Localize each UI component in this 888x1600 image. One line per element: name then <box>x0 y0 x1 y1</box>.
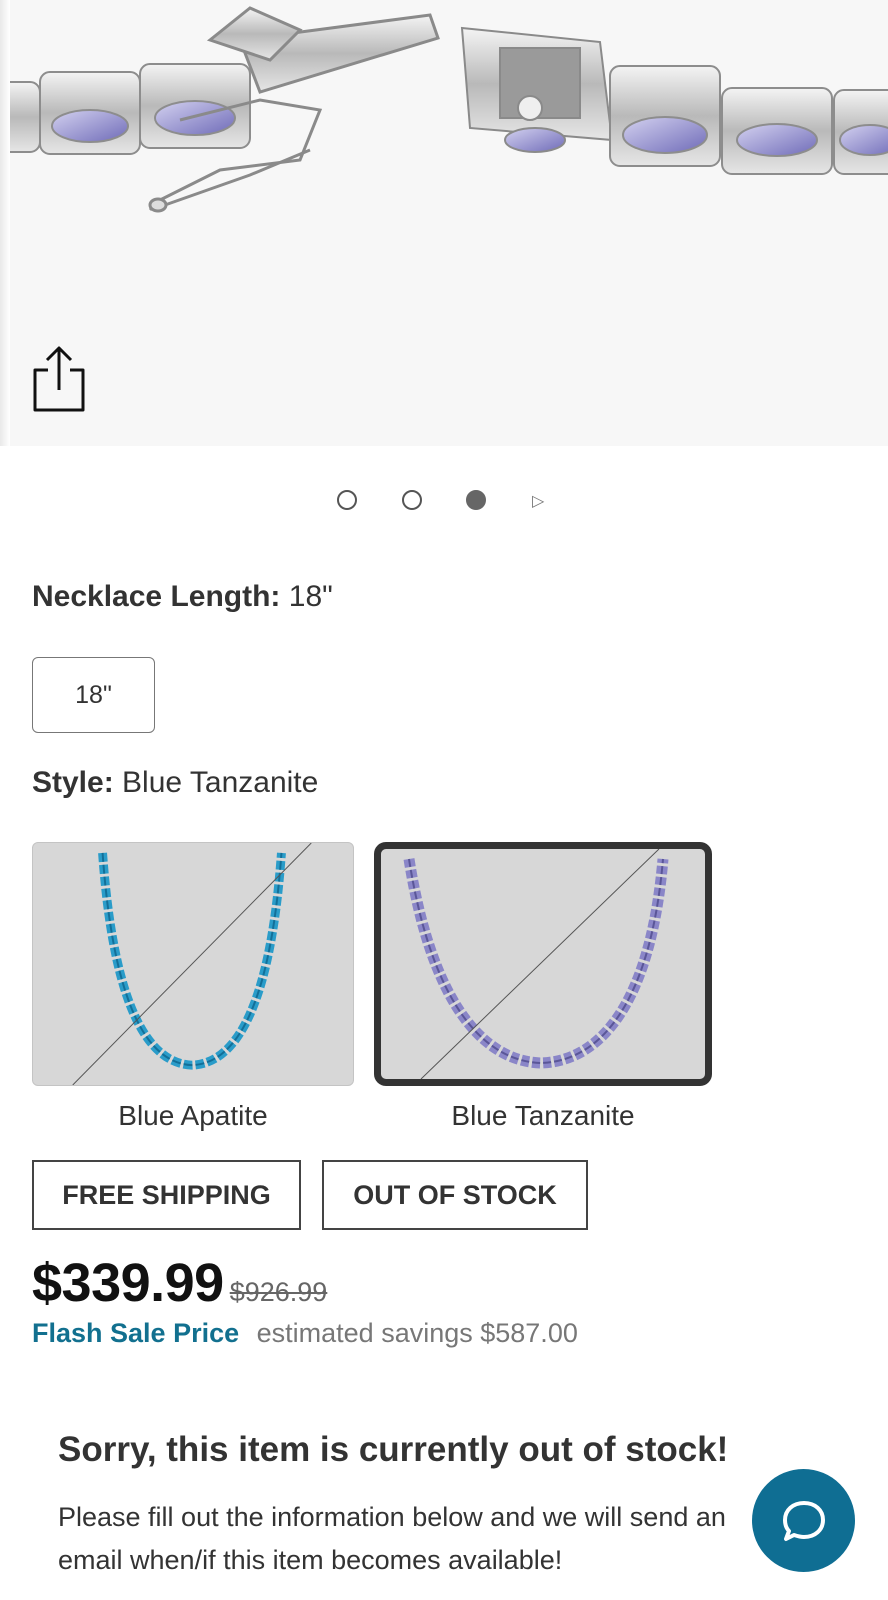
style-name-blue-tanzanite: Blue Tanzanite <box>451 1100 635 1131</box>
price-row: $339.99 $926.99 <box>32 1252 327 1314</box>
gallery-dot-1[interactable] <box>337 490 357 510</box>
gallery-dot-3[interactable] <box>466 490 486 510</box>
current-price: $339.99 <box>32 1253 224 1313</box>
style-label: Style: Blue Tanzanite <box>32 766 318 800</box>
sale-row: Flash Sale Price estimated savings $587.… <box>32 1318 578 1349</box>
chat-button[interactable] <box>752 1469 855 1572</box>
original-price: $926.99 <box>229 1277 328 1307</box>
necklace-length-value: 18" <box>288 580 333 613</box>
chat-bubble-icon <box>782 1500 825 1541</box>
free-shipping-badge: FREE SHIPPING <box>32 1160 301 1230</box>
blue-apatite-necklace-image <box>72 843 312 1085</box>
bracelet-clasp-image <box>0 6 888 213</box>
necklace-length-label: Necklace Length: 18" <box>32 580 333 614</box>
out-of-stock-badge: OUT OF STOCK <box>322 1160 588 1230</box>
size-option-18[interactable]: 18" <box>32 657 155 733</box>
out-of-stock-title: Sorry, this item is currently out of sto… <box>58 1430 729 1469</box>
blue-tanzanite-necklace-image <box>403 849 669 1079</box>
style-title: Style: <box>32 766 114 799</box>
gallery-dot-2[interactable] <box>402 490 422 510</box>
style-swatch-blue-tanzanite[interactable] <box>374 842 712 1086</box>
style-name-blue-apatite: Blue Apatite <box>118 1100 268 1131</box>
play-next-icon[interactable]: ▷ <box>532 491 544 511</box>
style-value: Blue Tanzanite <box>122 766 319 799</box>
gallery-pagination: ▷ <box>0 490 888 512</box>
flash-sale-label: Flash Sale Price <box>32 1318 240 1348</box>
share-icon[interactable] <box>32 344 86 414</box>
estimated-savings: estimated savings $587.00 <box>256 1318 578 1348</box>
gallery-edge <box>0 0 10 446</box>
product-image[interactable] <box>0 0 888 446</box>
necklace-length-title: Necklace Length: <box>32 580 281 613</box>
style-swatch-blue-apatite[interactable] <box>32 842 354 1086</box>
out-of-stock-message: Please fill out the information below an… <box>58 1502 726 1575</box>
